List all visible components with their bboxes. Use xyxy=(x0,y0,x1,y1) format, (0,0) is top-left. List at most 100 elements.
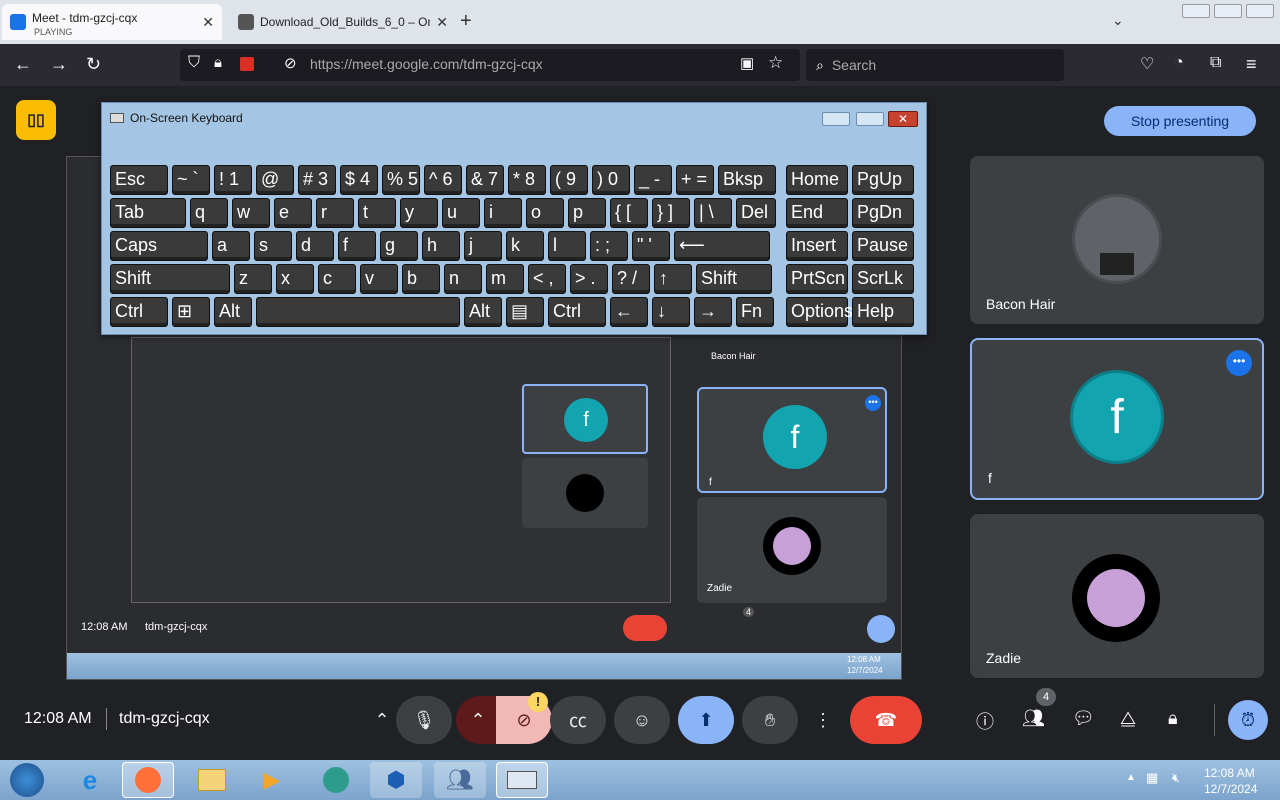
osk-key[interactable]: w xyxy=(232,198,270,228)
osk-key[interactable]: d xyxy=(296,231,334,261)
explorer-taskbar-button[interactable] xyxy=(186,762,238,798)
app-taskbar-button[interactable] xyxy=(310,762,362,798)
osk-key[interactable]: + = xyxy=(676,165,714,195)
leave-call-button[interactable]: ☎︎ xyxy=(850,696,922,744)
internet-explorer-taskbar-button[interactable]: e xyxy=(64,762,116,798)
osk-key[interactable]: PrtScn xyxy=(786,264,848,294)
media-player-taskbar-button[interactable]: ▶ xyxy=(246,762,298,798)
osk-key[interactable]: → xyxy=(694,297,732,327)
osk-key[interactable]: Shift xyxy=(696,264,772,294)
osk-key[interactable]: n xyxy=(444,264,482,294)
taskbar-date[interactable]: 12/7/2024 xyxy=(1204,782,1257,796)
osk-key[interactable]: Fn xyxy=(736,297,774,327)
osk-key[interactable]: x xyxy=(276,264,314,294)
osk-key[interactable]: o xyxy=(526,198,564,228)
forward-arrow-icon[interactable]: → xyxy=(50,54,68,75)
osk-key[interactable]: h xyxy=(422,231,460,261)
menu-icon[interactable]: ≡ xyxy=(1246,54,1257,75)
participant-tile-f[interactable]: f f ••• xyxy=(970,338,1264,500)
osk-key[interactable]: | \ xyxy=(694,198,732,228)
osk-key[interactable]: Del xyxy=(736,198,776,228)
video-options-chevron-icon[interactable]: ⌃ xyxy=(456,696,500,744)
osk-key[interactable]: ? / xyxy=(612,264,650,294)
virtualbox-taskbar-button[interactable]: ⬢ xyxy=(370,762,422,798)
osk-key[interactable]: Shift xyxy=(110,264,230,294)
participant-tile-zadie[interactable]: Zadie xyxy=(970,514,1264,678)
osk-key[interactable]: Tab xyxy=(110,198,186,228)
osk-key[interactable]: z xyxy=(234,264,272,294)
taskbar-time[interactable]: 12:08 AM xyxy=(1204,766,1255,780)
osk-key[interactable]: ↑ xyxy=(654,264,692,294)
osk-key[interactable]: Pause xyxy=(852,231,914,261)
bookmark-star-icon[interactable]: ☆ xyxy=(768,53,783,73)
osk-key[interactable]: Ctrl xyxy=(548,297,606,327)
stop-presenting-button[interactable]: Stop presenting xyxy=(1104,106,1256,136)
osk-key[interactable]: k xyxy=(506,231,544,261)
osk-key[interactable]: Options xyxy=(786,297,853,327)
lock-icon[interactable]: 🔒︎ xyxy=(214,54,222,71)
audio-options-chevron-icon[interactable]: ⌃ xyxy=(370,696,394,744)
osk-key[interactable]: Help xyxy=(852,297,914,327)
extensions-icon[interactable]: ⧉ xyxy=(1210,54,1221,72)
osk-key[interactable]: b xyxy=(402,264,440,294)
osk-key[interactable]: Alt xyxy=(464,297,502,327)
osk-key[interactable]: ⟵ xyxy=(674,231,770,261)
network-icon[interactable]: ▦ xyxy=(1146,770,1158,786)
shield-icon[interactable]: ⛉ xyxy=(188,54,200,72)
search-input[interactable]: ⌕ Search xyxy=(806,49,1064,81)
show-hidden-icons-icon[interactable]: ▲ xyxy=(1126,772,1136,783)
close-tab-icon[interactable]: ✕ xyxy=(202,14,214,31)
tab-download[interactable]: Download_Old_Builds_6_0 – On ✕ xyxy=(230,4,456,40)
present-button[interactable]: ⬆ xyxy=(678,696,734,744)
osk-key[interactable]: Alt xyxy=(214,297,252,327)
osk-key[interactable]: ScrLk xyxy=(852,264,914,294)
new-tab-icon[interactable]: + xyxy=(460,10,472,33)
osk-key[interactable]: > . xyxy=(570,264,608,294)
osk-key[interactable]: Caps xyxy=(110,231,208,261)
osk-key[interactable]: $ 4 xyxy=(340,165,378,195)
camera-off-icon[interactable]: ⊘ xyxy=(284,54,297,72)
osk-key[interactable]: < , xyxy=(528,264,566,294)
osk-key[interactable]: : ; xyxy=(590,231,628,261)
url-text[interactable]: https://meet.google.com/tdm-gzcj-cqx xyxy=(310,56,543,72)
osk-key[interactable]: f xyxy=(338,231,376,261)
tab-meet[interactable]: Meet - tdm-gzcj-cqx PLAYING ✕ xyxy=(2,4,222,40)
osk-key[interactable]: r xyxy=(316,198,354,228)
osk-key[interactable]: v xyxy=(360,264,398,294)
back-arrow-icon[interactable]: ← xyxy=(14,54,32,75)
maximize-window-button[interactable] xyxy=(1214,4,1242,18)
osk-key[interactable]: i xyxy=(484,198,522,228)
osk-key[interactable]: u xyxy=(442,198,480,228)
osk-key[interactable]: ) 0 xyxy=(592,165,630,195)
microphone-button[interactable]: 🎙︎ xyxy=(396,696,452,744)
osk-key[interactable]: ⊞ xyxy=(172,297,210,327)
activities-icon[interactable]: ⧋ xyxy=(1120,708,1136,729)
osk-key[interactable]: q xyxy=(190,198,228,228)
osk-key[interactable]: Insert xyxy=(786,231,848,261)
osk-key[interactable]: m xyxy=(486,264,524,294)
start-button[interactable] xyxy=(2,762,52,798)
on-screen-keyboard-taskbar-button[interactable] xyxy=(496,762,548,798)
osk-key[interactable]: ^ 6 xyxy=(424,165,462,195)
osk-key[interactable]: " ' xyxy=(632,231,670,261)
more-options-button[interactable]: ⋮ xyxy=(808,696,838,744)
osk-key[interactable]: ( 9 xyxy=(550,165,588,195)
close-window-button[interactable] xyxy=(1246,4,1274,18)
osk-key[interactable]: _ - xyxy=(634,165,672,195)
osk-key[interactable]: PgDn xyxy=(852,198,914,228)
osk-key[interactable]: { [ xyxy=(610,198,648,228)
osk-key[interactable]: # 3 xyxy=(298,165,336,195)
pocket-icon[interactable]: ♡ xyxy=(1140,54,1154,74)
osk-key[interactable]: } ] xyxy=(652,198,690,228)
minimize-window-button[interactable] xyxy=(1182,4,1210,18)
reactions-button[interactable]: ☺ xyxy=(614,696,670,744)
users-taskbar-button[interactable]: 👥︎ xyxy=(434,762,486,798)
osk-key[interactable]: j xyxy=(464,231,502,261)
osk-key[interactable]: ← xyxy=(610,297,648,327)
osk-key[interactable]: * 8 xyxy=(508,165,546,195)
meeting-details-icon[interactable]: ⓘ xyxy=(976,708,994,734)
firefox-taskbar-button[interactable] xyxy=(122,762,174,798)
osk-key[interactable]: p xyxy=(568,198,606,228)
account-icon[interactable]: ◔ xyxy=(1174,54,1184,72)
osk-key[interactable]: & 7 xyxy=(466,165,504,195)
